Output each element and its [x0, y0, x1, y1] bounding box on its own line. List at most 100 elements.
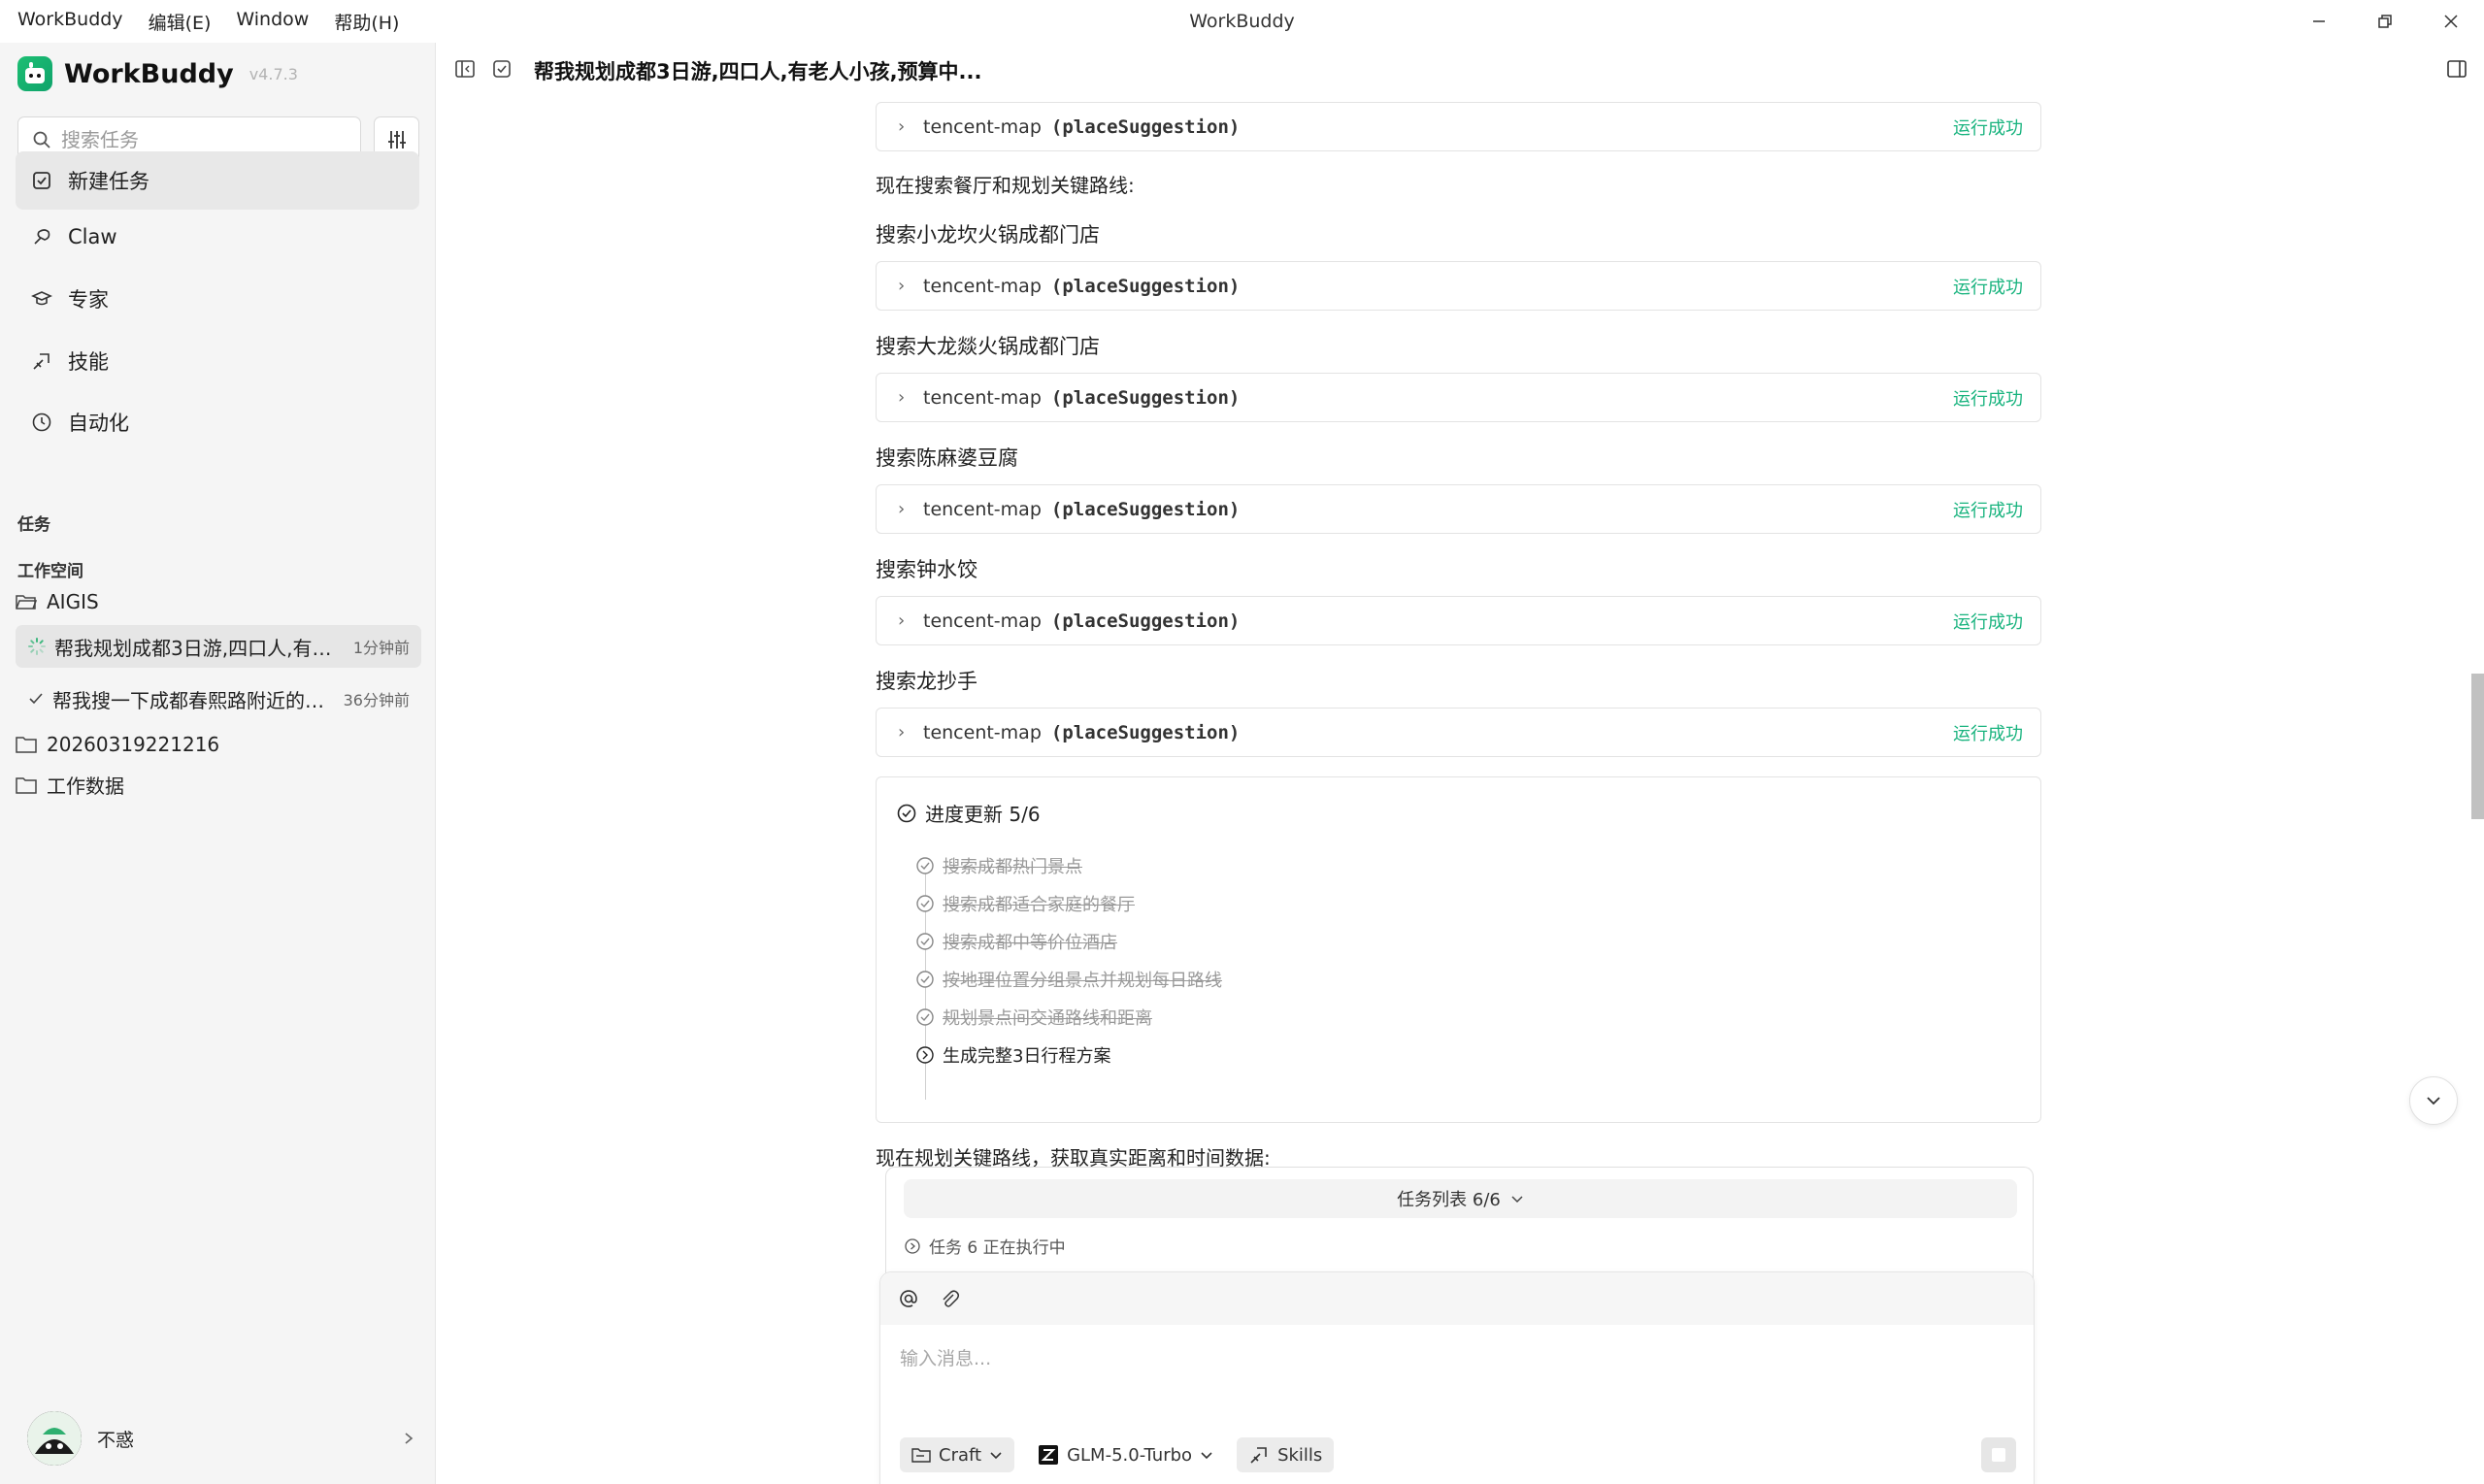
nav-skills[interactable]: 技能 — [16, 332, 419, 390]
chevron-right-icon: › — [898, 276, 906, 296]
menu-window[interactable]: Window — [236, 9, 309, 35]
chevron-down-icon — [1511, 1196, 1523, 1204]
skills-button[interactable]: Skills — [1237, 1437, 1335, 1472]
tool-name: tencent-map — [923, 721, 1042, 743]
tool-call-card[interactable]: › tencent-map (placeSuggestion) 运行成功 — [876, 102, 2041, 151]
tool-call-card[interactable]: › tencent-map (placeSuggestion) 运行成功 — [876, 261, 2041, 311]
nav-automation[interactable]: 自动化 — [16, 393, 419, 451]
status-badge: 运行成功 — [1953, 277, 2023, 298]
collapse-sidebar-icon[interactable] — [454, 58, 476, 80]
claw-icon — [34, 229, 50, 245]
loading-spinner-icon — [28, 638, 46, 655]
search-icon — [33, 131, 50, 148]
chevron-down-icon — [1201, 1452, 1212, 1460]
progress-step: 搜索成都适合家庭的餐厅 — [915, 891, 1135, 916]
composer-options: Craft GLM-5.0-Turbo Skills — [900, 1437, 1335, 1472]
nav-label: 自动化 — [68, 412, 129, 435]
chevron-down-icon — [990, 1452, 1002, 1460]
status-badge: 运行成功 — [1953, 500, 2023, 521]
minimize-button[interactable] — [2286, 0, 2352, 43]
tool-name: tencent-map — [923, 275, 1042, 297]
message-input[interactable]: 输入消息... — [900, 1344, 991, 1370]
tool-call-card[interactable]: › tencent-map (placeSuggestion) 运行成功 — [876, 708, 2041, 757]
task-item-food-search[interactable]: 帮我搜一下成都春熙路附近的美食 36分钟前 — [16, 677, 421, 720]
user-profile[interactable]: 不惑 — [27, 1407, 415, 1469]
tool-call-card[interactable]: › tencent-map (placeSuggestion) 运行成功 — [876, 596, 2041, 645]
tool-call-card[interactable]: › tencent-map (placeSuggestion) 运行成功 — [876, 484, 2041, 534]
nav-label: Claw — [68, 225, 117, 248]
task-title: 帮我搜一下成都春熙路附近的美食 — [52, 688, 336, 712]
chevron-down-icon — [2427, 1097, 2440, 1105]
scroll-to-bottom-button[interactable] — [2409, 1076, 2458, 1125]
progress-title-text: 进度更新 5/6 — [925, 803, 1041, 826]
workbuddy-logo-icon — [17, 56, 52, 91]
new-task-icon[interactable] — [491, 58, 513, 80]
tool-function: (placeSuggestion) — [1050, 115, 1241, 138]
tool-name: tencent-map — [923, 386, 1042, 409]
chevron-right-icon: › — [898, 116, 906, 137]
toggle-right-panel-icon[interactable] — [2446, 58, 2467, 80]
task-list-toggle[interactable]: 任务列表 6/6 — [904, 1179, 2017, 1218]
window-menubar: WorkBuddy 编辑(E) Window 帮助(H) WorkBuddy — [0, 0, 2484, 43]
assistant-message: 现在搜索餐厅和规划关键路线: — [876, 174, 1135, 197]
folder-work-data[interactable]: 工作数据 — [16, 771, 124, 799]
mode-selector[interactable]: Craft — [900, 1437, 1015, 1472]
task-running-status: 任务 6 正在执行中 — [904, 1234, 1066, 1258]
tool-call-card[interactable]: › tencent-map (placeSuggestion) 运行成功 — [876, 373, 2041, 422]
nav-claw[interactable]: Claw — [16, 208, 419, 266]
restore-button[interactable] — [2352, 0, 2418, 43]
restore-icon — [2378, 15, 2392, 28]
tool-function: (placeSuggestion) — [1050, 610, 1241, 632]
chevron-right-icon: › — [898, 610, 906, 631]
task-item-chengdu-trip[interactable]: 帮我规划成都3日游,四口人,有老人小孩,预算中等 1分钟前 — [16, 625, 421, 668]
play-circle-icon — [916, 1046, 934, 1064]
new-task-icon — [33, 172, 50, 189]
skills-icon — [1250, 1447, 1267, 1464]
task-time: 1分钟前 — [352, 639, 410, 657]
nav-expert[interactable]: 专家 — [16, 270, 419, 328]
progress-step-current: 生成完整3日行程方案 — [915, 1042, 1110, 1068]
main-panel: 帮我规划成都3日游,四口人,有老人小孩,预算中... › tencent-map… — [437, 43, 2484, 1484]
menu-app[interactable]: WorkBuddy — [17, 9, 123, 35]
chevron-right-icon: › — [898, 387, 906, 408]
nav-label: 技能 — [68, 350, 109, 374]
search-input[interactable] — [61, 127, 343, 151]
tool-function: (placeSuggestion) — [1050, 721, 1241, 743]
close-button[interactable] — [2418, 0, 2484, 43]
close-icon — [2444, 15, 2458, 28]
tool-name: tencent-map — [923, 610, 1042, 632]
composer-toolbar — [880, 1272, 2034, 1325]
sidebar: WorkBuddy v4.7.3 新建任务 Claw 专家 技能 自动化 任务 … — [0, 43, 436, 1484]
menu-edit[interactable]: 编辑(E) — [149, 9, 212, 35]
nav-new-task[interactable]: 新建任务 — [16, 151, 419, 210]
tool-function: (placeSuggestion) — [1050, 498, 1241, 520]
mention-icon[interactable] — [898, 1288, 919, 1309]
app-version: v4.7.3 — [248, 64, 298, 83]
task-title: 帮我规划成都3日游,四口人,有老人小孩,预算中等 — [54, 636, 346, 660]
check-circle-icon — [916, 1008, 934, 1026]
username: 不惑 — [97, 1429, 135, 1451]
conversation-title: 帮我规划成都3日游,四口人,有老人小孩,预算中... — [534, 60, 982, 83]
tool-function: (placeSuggestion) — [1050, 386, 1241, 409]
menu-help[interactable]: 帮助(H) — [334, 9, 399, 35]
play-circle-icon — [905, 1237, 920, 1254]
folder-20260319221216[interactable]: 20260319221216 — [16, 733, 219, 756]
status-badge: 运行成功 — [1953, 723, 2023, 744]
nav-label: 专家 — [68, 288, 109, 312]
check-circle-icon — [916, 895, 934, 912]
folder-icon — [16, 737, 37, 753]
check-circle-icon — [916, 971, 934, 988]
model-selector[interactable]: GLM-5.0-Turbo — [1026, 1437, 1225, 1472]
tool-name: tencent-map — [923, 498, 1042, 520]
folder-aigis[interactable]: AIGIS — [16, 590, 99, 613]
task-time: 36分钟前 — [343, 691, 410, 709]
attachment-icon[interactable] — [939, 1288, 960, 1309]
chevron-right-icon: › — [898, 722, 906, 742]
glm-logo-icon — [1039, 1445, 1059, 1465]
window-controls — [2286, 0, 2484, 43]
section-tasks-title: 任务 — [17, 515, 50, 535]
progress-title: 进度更新 5/6 — [896, 799, 1041, 827]
step-heading: 搜索陈麻婆豆腐 — [876, 446, 1018, 470]
scrollbar-thumb[interactable] — [2471, 674, 2484, 819]
stop-button[interactable] — [1981, 1437, 2016, 1472]
